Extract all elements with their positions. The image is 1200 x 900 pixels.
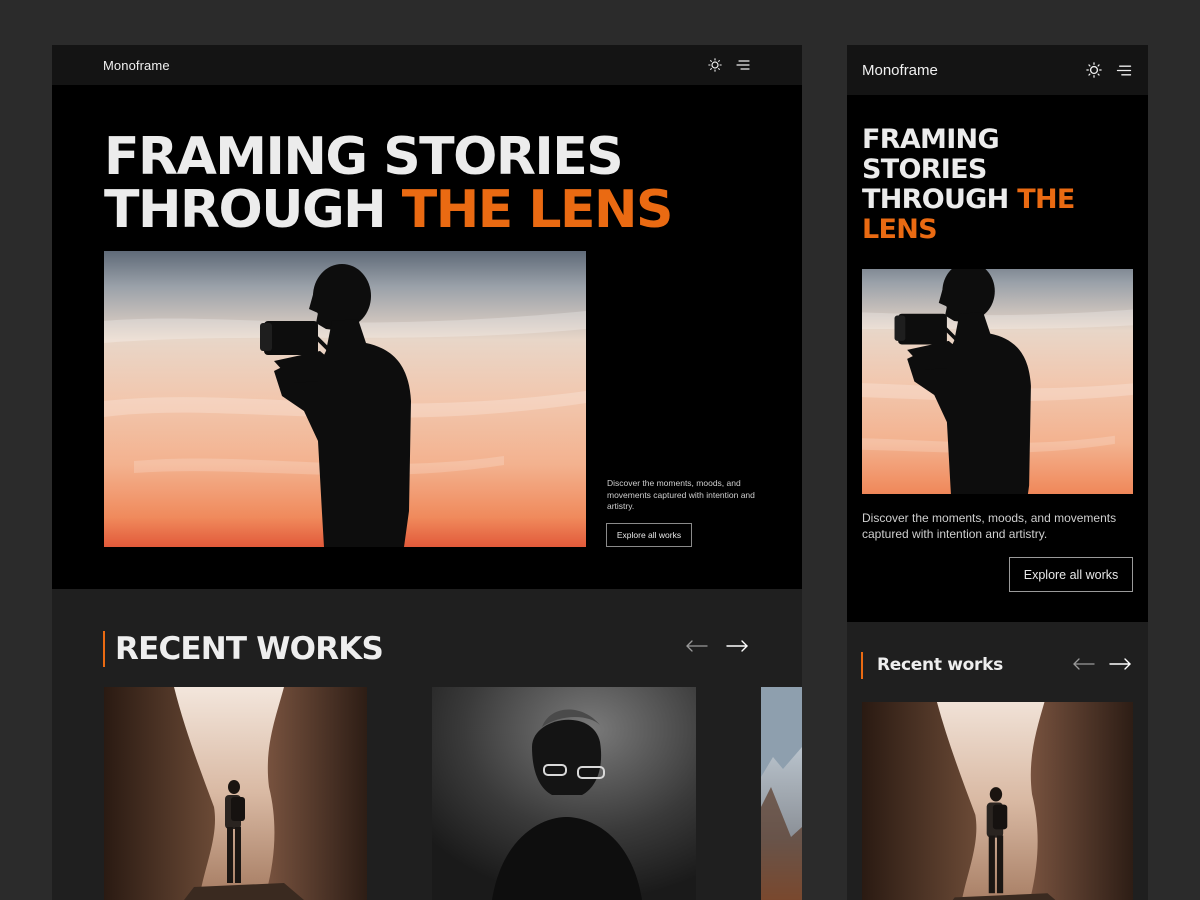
hero-photo [862,269,1133,494]
hero-title-line1: FRAMING STORIES [104,127,624,187]
arrow-right-icon[interactable] [726,640,748,652]
work-card-portrait[interactable] [432,687,696,900]
carousel-controls [686,640,748,652]
desktop-frame: Monoframe FRAMING STORIES THROUGH THE LE… [52,45,802,900]
hero-description: Discover the moments, moods, and movemen… [862,511,1117,541]
recent-works-title: RECENT WORKS [115,631,384,667]
desktop-recent-works: RECENT WORKS [52,589,802,900]
hero-title: FRAMING STORIES THROUGH THE LENS [104,131,674,240]
hero-title-line2: THROUGH [104,180,402,240]
hero-title-line3: THROUGH [862,184,1018,215]
hero-description: Discover the moments, moods, and movemen… [607,478,755,511]
menu-icon[interactable] [736,59,750,71]
hero-title: FRAMING STORIES THROUGH THE LENS [862,125,1075,245]
menu-icon[interactable] [1116,64,1132,77]
mobile-hero: FRAMING STORIES THROUGH THE LENS Discove… [847,95,1148,622]
hero-title-line1: FRAMING [862,124,1000,155]
hero-title-accent: THE [1017,184,1075,215]
mobile-frame: Monoframe FRAMING STORIES THROUGH THE LE… [847,45,1148,900]
work-card-canyon[interactable] [104,687,367,900]
brand-logo[interactable]: Monoframe [103,58,170,73]
hero-title-line2: STORIES [862,154,987,185]
hero-photo [104,251,586,547]
mobile-recent-works: Recent works [847,622,1148,900]
nav-icons [708,58,750,72]
explore-all-works-button[interactable]: Explore all works [1009,557,1133,592]
arrow-right-icon[interactable] [1109,658,1131,670]
desktop-navbar: Monoframe [52,45,802,85]
section-accent-bar [861,652,863,679]
arrow-left-icon[interactable] [1073,658,1095,670]
desktop-hero: FRAMING STORIES THROUGH THE LENS Discove… [52,85,802,589]
brand-logo[interactable]: Monoframe [862,62,938,79]
mobile-navbar: Monoframe [847,45,1148,95]
nav-icons [1086,62,1132,78]
sun-icon[interactable] [708,58,722,72]
hero-title-accent: THE LENS [401,180,674,240]
work-card-canyon[interactable] [862,702,1133,900]
arrow-left-icon[interactable] [686,640,708,652]
recent-works-title: Recent works [877,655,1003,675]
hero-title-accent-line4: LENS [862,214,938,245]
sun-icon[interactable] [1086,62,1102,78]
work-card-mountain[interactable] [761,687,802,900]
carousel-controls [1073,658,1131,670]
explore-all-works-button[interactable]: Explore all works [606,523,692,547]
section-accent-bar [103,631,105,667]
